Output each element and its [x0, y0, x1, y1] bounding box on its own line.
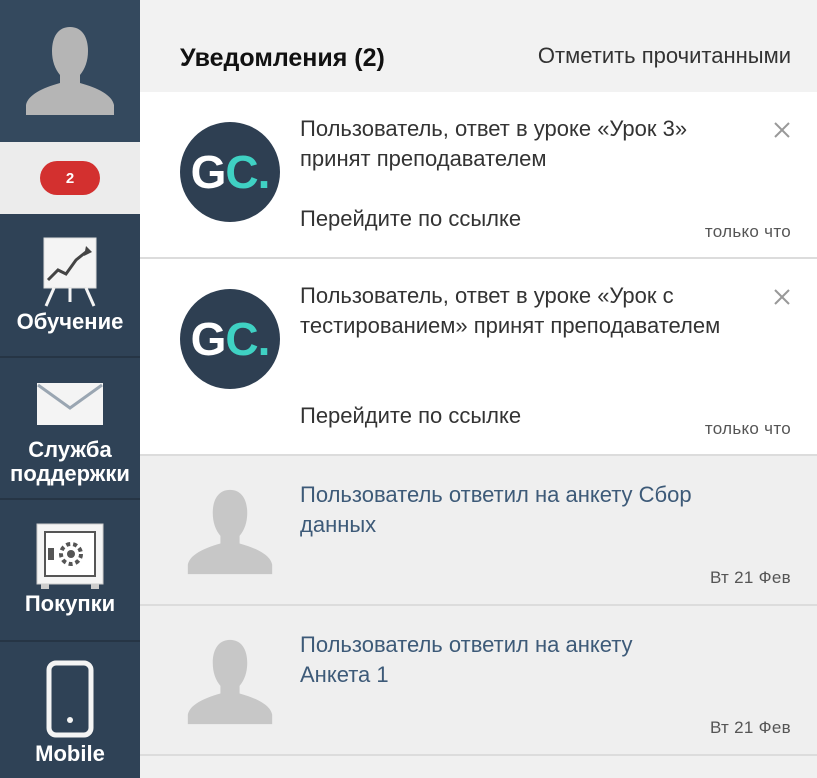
sidebar-item-label: Обучение — [16, 309, 124, 334]
notification-item[interactable]: Пользователь ответил на анкету Сбор данн… — [140, 456, 817, 606]
mark-all-read-button[interactable]: Отметить прочитанными — [538, 43, 791, 69]
user-silhouette-icon — [187, 489, 273, 575]
phone-icon — [46, 660, 94, 738]
notification-link[interactable]: Перейдите по ссылке — [300, 206, 521, 232]
envelope-icon — [37, 383, 103, 425]
notification-text: Пользователь ответил на анкету Анкета 1 — [300, 632, 633, 687]
gc-logo-avatar: G C. — [180, 122, 280, 222]
notification-item[interactable]: G C. Пользователь, ответ в уроке «Урок с … — [140, 259, 817, 456]
notification-text: Пользователь, ответ в уроке «Урок с тест… — [300, 283, 721, 338]
sidebar-item-learning[interactable]: Обучение — [0, 214, 140, 358]
notification-time: только что — [704, 222, 791, 241]
notification-link[interactable]: Перейдите по ссылке — [300, 403, 521, 429]
notifications-toggle[interactable]: 2 — [0, 142, 140, 214]
page-title: Уведомления (2) — [180, 44, 385, 72]
notification-time: Вт 21 Фев — [709, 718, 791, 737]
notification-text: Пользователь ответил на анкету Сбор данн… — [300, 482, 692, 537]
sidebar-item-purchases[interactable]: Покупки — [0, 500, 140, 642]
notification-count-badge: 2 — [40, 161, 100, 195]
user-silhouette-icon — [26, 27, 114, 115]
chart-board-icon — [43, 237, 97, 307]
notification-time: Вт 21 Фев — [709, 568, 791, 587]
close-icon[interactable] — [773, 288, 791, 306]
safe-icon — [36, 523, 104, 589]
notification-text: Пользователь, ответ в уроке «Урок 3» при… — [300, 116, 688, 171]
notification-item[interactable]: G C. Пользователь, ответ в уроке «Урок 3»… — [140, 92, 817, 259]
sidebar-item-label: Служба поддержки — [10, 437, 130, 486]
sidebar-item-support[interactable]: Служба поддержки — [0, 358, 140, 500]
sidebar-item-label: Mobile — [35, 741, 105, 766]
sidebar-item-mobile[interactable]: Mobile — [0, 642, 140, 778]
user-avatar[interactable] — [0, 0, 140, 142]
sidebar-item-label: Покупки — [24, 591, 116, 616]
notification-item[interactable]: Пользователь ответил на анкету Анкета 1 … — [140, 606, 817, 756]
close-icon[interactable] — [773, 121, 791, 139]
gc-logo-avatar: G C. — [180, 289, 280, 389]
notification-time: только что — [704, 419, 791, 438]
notifications-header: Уведомления (2) Отметить прочитанными — [140, 0, 817, 92]
sidebar: 2 Обучение Служба поддержки Покупки Mobi… — [0, 0, 140, 778]
notifications-panel: Уведомления (2) Отметить прочитанными GC… — [140, 0, 817, 778]
user-silhouette-icon — [187, 639, 273, 725]
